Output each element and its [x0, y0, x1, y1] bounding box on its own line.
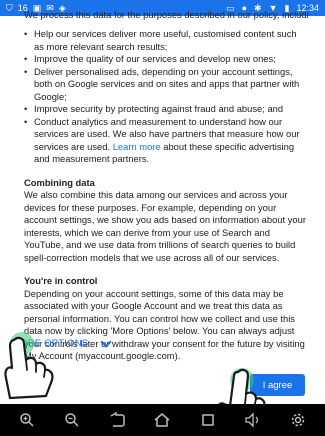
home-icon[interactable]: [149, 407, 175, 433]
list-item: Help our services deliver more useful, c…: [24, 28, 309, 53]
zoom-in-icon[interactable]: [14, 407, 40, 433]
body-text: Help our services deliver more useful, c…: [24, 28, 309, 363]
zoom-out-icon[interactable]: [59, 407, 85, 433]
control-text: Depending on your account settings, some…: [24, 287, 305, 362]
learn-more-link[interactable]: Learn more: [113, 141, 161, 152]
chevron-down-icon: [100, 335, 112, 348]
consent-content: We process this data for the purposes de…: [0, 0, 325, 386]
back-icon[interactable]: [104, 407, 130, 433]
list-item: Conduct analytics and measurement to und…: [24, 116, 309, 166]
volume-icon[interactable]: [240, 407, 266, 433]
list-item: Improve the quality of our services and …: [24, 53, 309, 66]
settings-icon[interactable]: [285, 407, 311, 433]
purpose-list: Help our services deliver more useful, c…: [24, 28, 309, 166]
intro-text: We process this data for the purposes de…: [24, 9, 309, 20]
recents-icon[interactable]: [195, 407, 221, 433]
control-title: You're in control: [24, 275, 98, 286]
hand-pointer-icon: [4, 336, 54, 400]
list-item: Deliver personalised ads, depending on y…: [24, 66, 309, 104]
list-item: Improve security by protecting against f…: [24, 103, 309, 116]
combining-title: Combining data: [24, 176, 95, 188]
combining-text: We also combine this data among our serv…: [24, 189, 306, 263]
navigation-bar: [0, 404, 325, 436]
